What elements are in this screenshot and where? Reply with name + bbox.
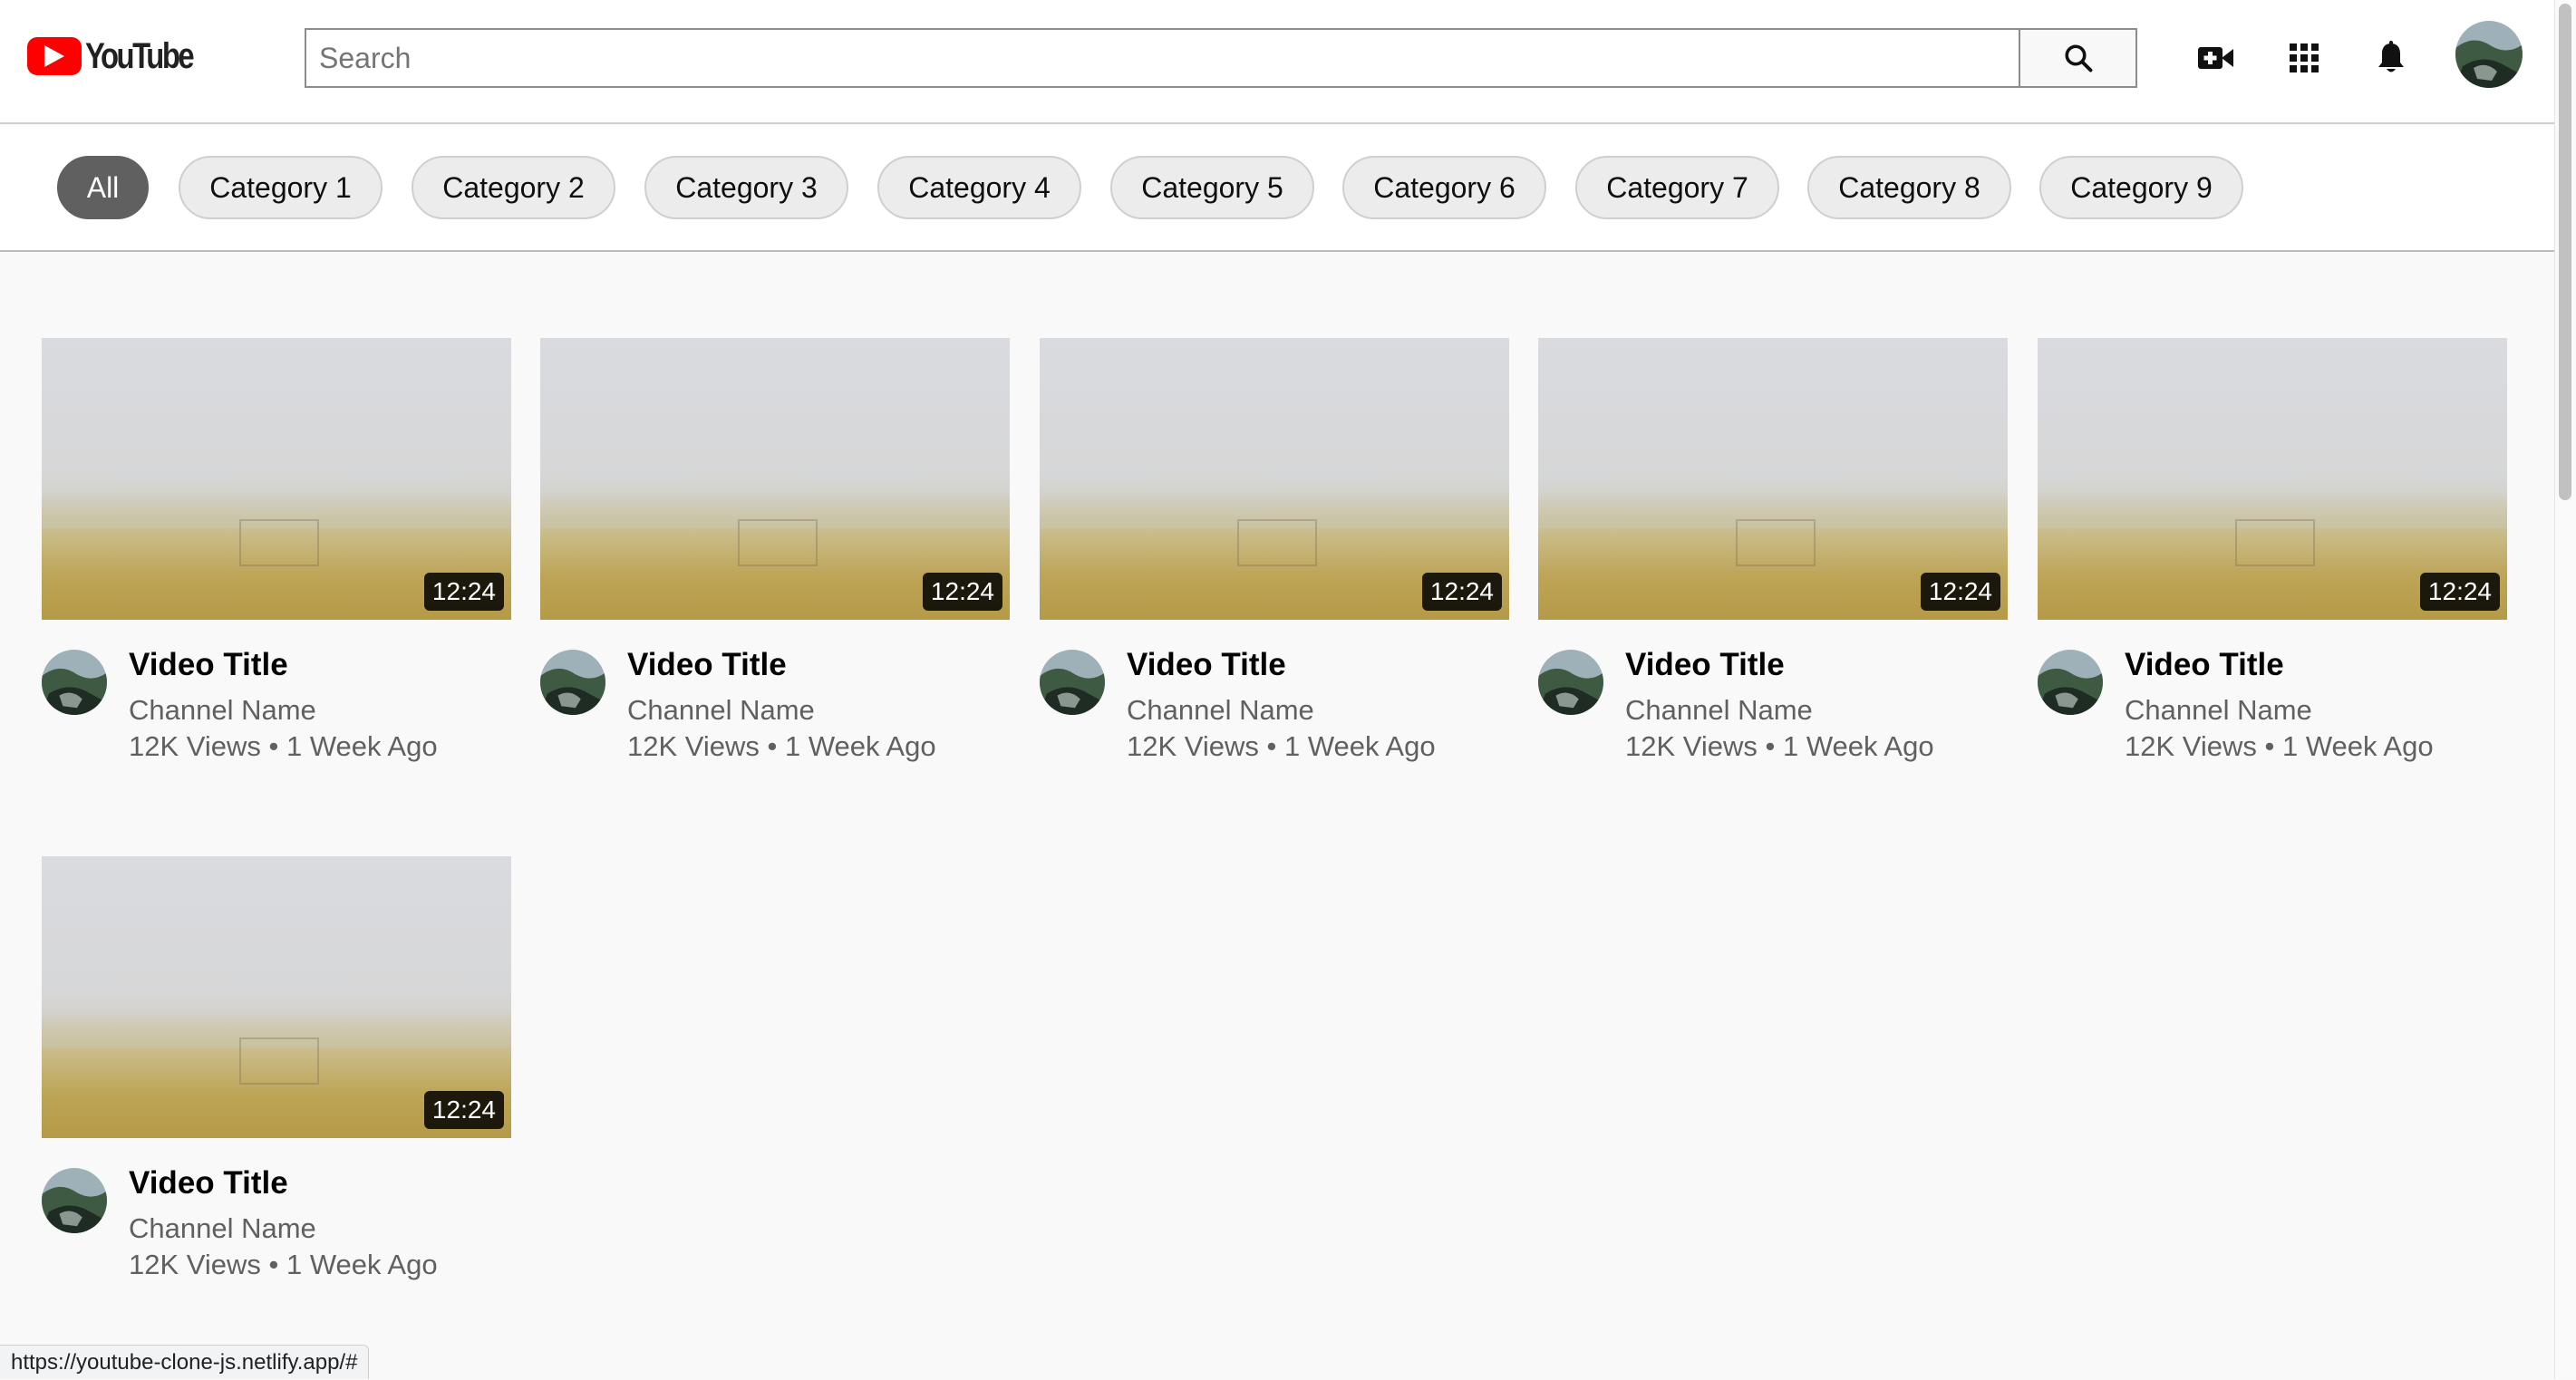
video-title[interactable]: Video Title <box>1127 647 1286 683</box>
video-meta: 12K Views • 1 Week Ago <box>627 730 936 762</box>
video-card[interactable]: 12:24 Video Title Channel Name 12K Views… <box>2038 338 2509 762</box>
notifications-button[interactable] <box>2366 33 2416 83</box>
channel-avatar[interactable] <box>1538 650 1603 715</box>
youtube-logo[interactable]: YouTube <box>27 34 216 78</box>
chip-category-4[interactable]: Category 4 <box>877 156 1081 219</box>
video-meta: 12K Views • 1 Week Ago <box>129 730 438 762</box>
video-thumbnail[interactable]: 12:24 <box>2038 338 2507 620</box>
logo-text: YouTube <box>85 35 195 76</box>
chip-all[interactable]: All <box>57 156 149 219</box>
thumbnail-goal-frame <box>2235 519 2315 566</box>
chip-category-3[interactable]: Category 3 <box>644 156 848 219</box>
video-card[interactable]: 12:24 Video Title Channel Name 12K Views… <box>42 338 513 762</box>
channel-name[interactable]: Channel Name <box>129 694 316 727</box>
channel-name[interactable]: Channel Name <box>1625 694 1813 727</box>
video-meta: 12K Views • 1 Week Ago <box>2125 730 2434 762</box>
duration-badge: 12:24 <box>2419 573 2500 611</box>
category-bar: All Category 1 Category 2 Category 3 Cat… <box>0 126 2554 252</box>
channel-name[interactable]: Channel Name <box>129 1212 316 1245</box>
search-input[interactable] <box>305 28 2019 88</box>
video-card[interactable]: 12:24 Video Title Channel Name 12K Views… <box>1040 338 1511 762</box>
video-thumbnail[interactable]: 12:24 <box>1538 338 2008 620</box>
video-meta: 12K Views • 1 Week Ago <box>1127 730 1436 762</box>
duration-badge: 12:24 <box>922 573 1002 611</box>
video-title[interactable]: Video Title <box>2125 647 2284 683</box>
video-card[interactable]: 12:24 Video Title Channel Name 12K Views… <box>540 338 1012 762</box>
video-card[interactable]: 12:24 Video Title Channel Name 12K Views… <box>1538 338 2009 762</box>
channel-avatar[interactable] <box>42 650 107 715</box>
chip-category-2[interactable]: Category 2 <box>412 156 615 219</box>
user-avatar[interactable] <box>2455 21 2523 88</box>
create-video-button[interactable] <box>2191 33 2242 83</box>
top-header: YouTube <box>0 0 2554 124</box>
thumbnail-goal-frame <box>738 519 818 566</box>
thumbnail-goal-frame <box>1736 519 1816 566</box>
video-title[interactable]: Video Title <box>1625 647 1785 683</box>
duration-badge: 12:24 <box>423 1091 504 1129</box>
video-camera-add-icon <box>2198 47 2233 69</box>
channel-name[interactable]: Channel Name <box>1127 694 1314 727</box>
video-thumbnail[interactable]: 12:24 <box>42 338 511 620</box>
duration-badge: 12:24 <box>423 573 504 611</box>
video-title[interactable]: Video Title <box>129 647 288 683</box>
channel-avatar[interactable] <box>540 650 605 715</box>
video-meta: 12K Views • 1 Week Ago <box>1625 730 1934 762</box>
chip-category-6[interactable]: Category 6 <box>1342 156 1546 219</box>
chip-category-8[interactable]: Category 8 <box>1807 156 2011 219</box>
video-meta: 12K Views • 1 Week Ago <box>129 1249 438 1280</box>
thumbnail-goal-frame <box>239 519 319 566</box>
video-thumbnail[interactable]: 12:24 <box>42 856 511 1138</box>
apps-grid-icon <box>2290 43 2319 72</box>
duration-badge: 12:24 <box>1920 573 2000 611</box>
video-thumbnail[interactable]: 12:24 <box>1040 338 1509 620</box>
channel-avatar[interactable] <box>2038 650 2103 715</box>
duration-badge: 12:24 <box>1421 573 1502 611</box>
scrollbar-thumb[interactable] <box>2559 4 2571 500</box>
chip-category-7[interactable]: Category 7 <box>1575 156 1779 219</box>
chip-category-5[interactable]: Category 5 <box>1110 156 1314 219</box>
video-card[interactable]: 12:24 Video Title Channel Name 12K Views… <box>42 856 513 1280</box>
status-url: https://youtube-clone-js.netlify.app/# <box>0 1345 370 1379</box>
video-title[interactable]: Video Title <box>129 1165 288 1201</box>
thumbnail-goal-frame <box>239 1037 319 1085</box>
channel-avatar[interactable] <box>1040 650 1105 715</box>
video-thumbnail[interactable]: 12:24 <box>540 338 1010 620</box>
channel-avatar[interactable] <box>42 1168 107 1233</box>
bell-icon <box>2378 41 2404 72</box>
thumbnail-goal-frame <box>1237 519 1317 566</box>
channel-name[interactable]: Channel Name <box>2125 694 2312 727</box>
chip-category-1[interactable]: Category 1 <box>179 156 383 219</box>
search-button[interactable] <box>2019 28 2137 88</box>
apps-button[interactable] <box>2279 33 2329 83</box>
channel-name[interactable]: Channel Name <box>627 694 815 727</box>
play-logo-icon <box>27 37 82 75</box>
video-title[interactable]: Video Title <box>627 647 787 683</box>
search-icon <box>2064 44 2092 72</box>
chip-category-9[interactable]: Category 9 <box>2039 156 2243 219</box>
